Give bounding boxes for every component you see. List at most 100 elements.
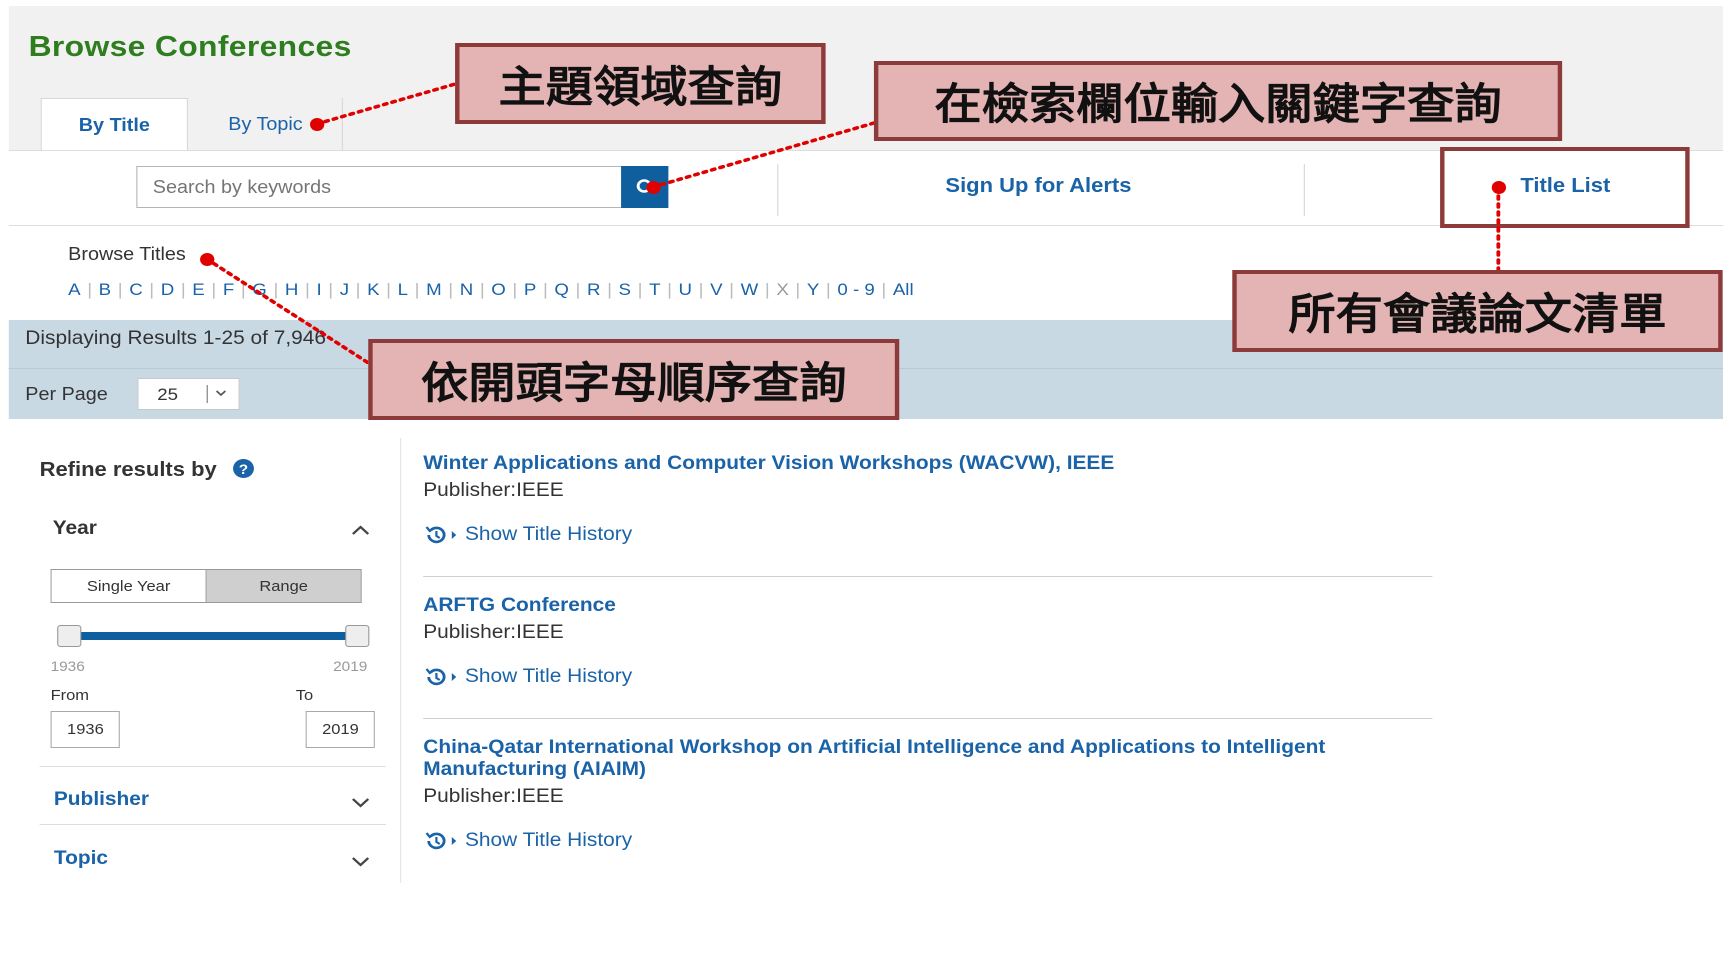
result-divider: [423, 718, 1433, 719]
alphabet-link-g[interactable]: G: [252, 280, 267, 299]
annotation-marker: [200, 253, 215, 266]
chevron-down-icon[interactable]: [350, 792, 372, 812]
alphabet-link-p[interactable]: P: [524, 280, 536, 299]
alphabet-separator: |: [607, 280, 612, 299]
slider-max-label: 2019: [333, 658, 368, 674]
from-label: From: [50, 687, 90, 704]
help-icon[interactable]: ?: [233, 459, 254, 478]
year-range-slider[interactable]: [69, 632, 358, 640]
annotation-marker: [1491, 181, 1507, 194]
alphabet-separator: |: [637, 280, 643, 299]
alphabet-link-v[interactable]: V: [710, 280, 722, 299]
alphabet-link-m[interactable]: M: [426, 280, 442, 299]
alphabet-separator: |: [414, 280, 420, 299]
search-button[interactable]: [621, 166, 669, 208]
alphabet-separator: |: [149, 280, 155, 299]
callout-alphabet-browse: 依開頭字母順序查詢: [368, 339, 900, 420]
chevron-up-icon[interactable]: [350, 521, 372, 541]
show-title-history-link[interactable]: Show Title History: [423, 524, 1114, 546]
alphabet-separator: |: [240, 280, 246, 299]
alphabet-link-j[interactable]: J: [340, 280, 349, 299]
result-item: China-Qatar International Workshop on Ar…: [423, 737, 1325, 852]
toolbar-divider: [1303, 164, 1305, 216]
alphabet-link-c[interactable]: C: [129, 280, 143, 299]
show-title-history-link[interactable]: Show Title History: [423, 666, 632, 688]
chevron-down-icon[interactable]: [350, 851, 372, 871]
alphabet-link-s[interactable]: S: [619, 280, 631, 299]
results-count: Displaying Results 1-25 of 7,946: [25, 328, 326, 349]
facet-divider: [39, 766, 386, 767]
result-title[interactable]: ARFTG Conference: [423, 595, 632, 617]
alphabet-link-i[interactable]: I: [316, 280, 321, 299]
alphabet-link-d[interactable]: D: [161, 280, 175, 299]
chevron-down-icon: [215, 390, 226, 397]
search-input[interactable]: [136, 166, 623, 208]
alphabet-link-b[interactable]: B: [99, 280, 111, 299]
sidebar-divider: [400, 438, 402, 883]
page-title: Browse Conferences: [28, 31, 352, 63]
alphabet-link-u[interactable]: U: [679, 280, 693, 299]
range-option[interactable]: Range: [206, 570, 361, 602]
alphabet-link-n[interactable]: N: [460, 280, 474, 299]
to-year-field[interactable]: 2019: [305, 711, 375, 748]
alphabet-link-w[interactable]: W: [741, 280, 759, 299]
alphabet-link-t[interactable]: T: [649, 280, 660, 299]
topic-facet[interactable]: Topic: [54, 848, 108, 870]
alphabet-separator: |: [180, 280, 186, 299]
alphabet-link-y[interactable]: Y: [807, 280, 819, 299]
alphabet-link-0-9[interactable]: 0 - 9: [837, 280, 874, 299]
alphabet-link-l[interactable]: L: [398, 280, 408, 299]
alphabet-link-all[interactable]: All: [893, 280, 914, 299]
per-page-select[interactable]: 25: [137, 378, 240, 410]
history-icon: [425, 832, 457, 850]
alphabet-link-o[interactable]: O: [491, 280, 506, 299]
show-title-history-link[interactable]: Show Title History: [423, 830, 1325, 852]
alphabet-link-a[interactable]: A: [68, 280, 80, 299]
alphabet-separator: |: [448, 280, 454, 299]
result-publisher: Publisher:IEEE: [423, 480, 564, 501]
refine-heading: Refine results by: [39, 459, 217, 481]
result-publisher: Publisher:IEEE: [423, 622, 564, 643]
year-mode-toggle: Single Year Range: [50, 569, 362, 603]
result-divider: [423, 576, 1433, 577]
slider-min-label: 1936: [50, 658, 85, 674]
callout-keyword-search: 在檢索欄位輸入關鍵字查詢: [873, 61, 1563, 141]
alphabet-link-k[interactable]: K: [367, 280, 379, 299]
result-title[interactable]: Winter Applications and Computer Vision …: [423, 453, 1114, 475]
result-item: Winter Applications and Computer Vision …: [423, 453, 1114, 546]
callout-topic-search: 主題領域查詢: [455, 43, 826, 124]
facet-divider: [39, 824, 386, 825]
annotation-marker: [646, 181, 661, 194]
per-page-value: 25: [157, 385, 179, 404]
result-item: ARFTG Conference Publisher:IEEE Show Tit…: [423, 595, 632, 688]
alphabet-separator: |: [542, 280, 548, 299]
alphabet-link-e[interactable]: E: [192, 280, 204, 299]
alphabet-separator: |: [87, 280, 93, 299]
alphabet-separator: |: [729, 280, 735, 299]
alphabet-separator: |: [211, 280, 217, 299]
alphabet-link-x: X: [776, 280, 789, 299]
per-page-label: Per Page: [25, 384, 108, 404]
history-icon: [425, 526, 457, 544]
annotation-marker: [310, 118, 325, 131]
publisher-facet[interactable]: Publisher: [54, 789, 149, 811]
alphabet-separator: |: [117, 280, 123, 299]
alphabet-separator: |: [386, 280, 392, 299]
slider-handle-min[interactable]: [57, 625, 82, 647]
from-year-field[interactable]: 1936: [50, 711, 120, 748]
history-icon: [425, 668, 457, 686]
slider-handle-max[interactable]: [345, 625, 370, 647]
browse-titles-label: Browse Titles: [68, 244, 186, 264]
result-title[interactable]: China-Qatar International Workshop on Ar…: [423, 737, 1325, 781]
alphabet-separator: |: [479, 280, 485, 299]
single-year-option[interactable]: Single Year: [51, 570, 207, 602]
alphabet-link-q[interactable]: Q: [554, 280, 569, 299]
alphabet-link-r[interactable]: R: [587, 280, 601, 299]
alphabet-link-f[interactable]: F: [223, 280, 234, 299]
alphabet-separator: |: [328, 280, 334, 299]
to-label: To: [295, 687, 314, 704]
alphabet-link-h[interactable]: H: [285, 280, 299, 299]
sign-up-alerts-link[interactable]: Sign Up for Alerts: [945, 175, 1131, 198]
tab-by-title[interactable]: By Title: [40, 98, 188, 151]
alphabet-separator: |: [512, 280, 518, 299]
